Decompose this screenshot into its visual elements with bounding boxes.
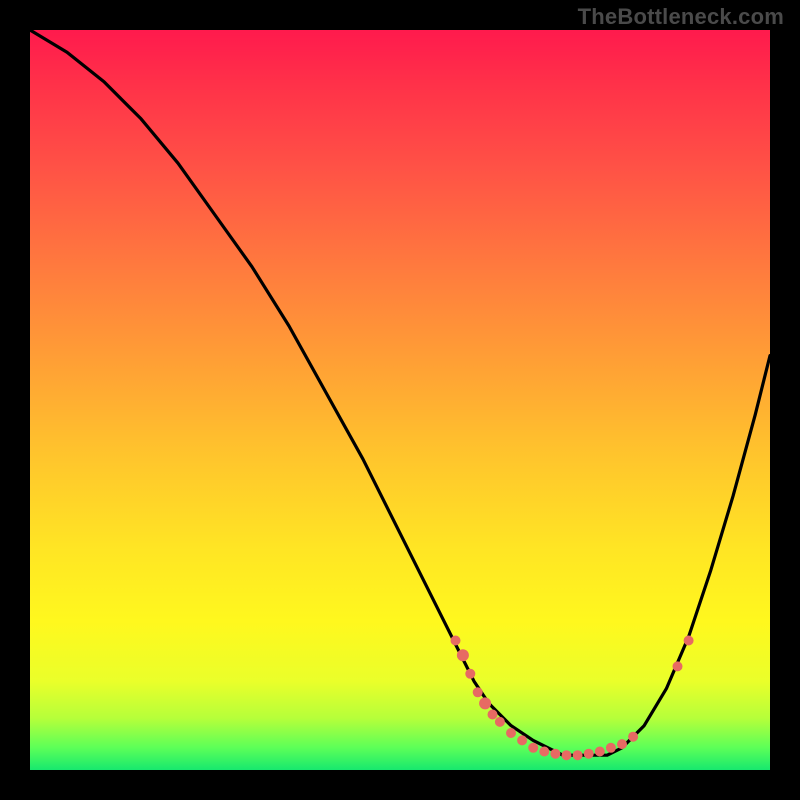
main-curve-path [30,30,770,755]
data-marker [528,743,538,753]
data-marker [617,739,627,749]
data-marker [495,717,505,727]
data-marker [684,636,694,646]
data-marker [479,697,491,709]
data-marker [488,710,498,720]
data-marker [451,636,461,646]
data-marker [506,728,516,738]
chart-svg [30,30,770,770]
data-marker [539,747,549,757]
data-marker [457,649,469,661]
data-marker [517,735,527,745]
marker-group [451,636,694,761]
data-marker [628,732,638,742]
data-marker [550,749,560,759]
data-marker [606,743,616,753]
data-marker [584,749,594,759]
chart-frame [30,30,770,770]
data-marker [465,669,475,679]
data-marker [473,687,483,697]
data-marker [595,747,605,757]
data-marker [562,750,572,760]
watermark-text: TheBottleneck.com [578,4,784,30]
data-marker [673,661,683,671]
data-marker [573,750,583,760]
chart-plot-area [30,30,770,770]
